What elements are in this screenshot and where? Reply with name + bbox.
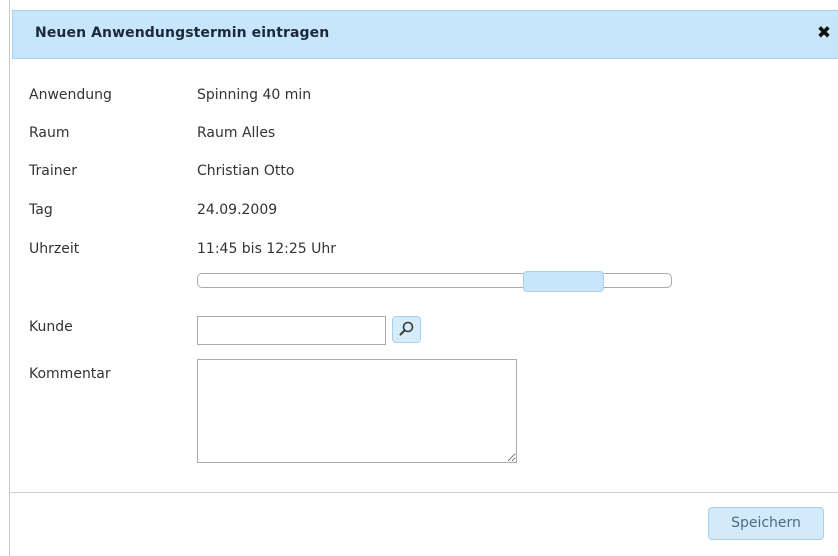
save-button[interactable]: Speichern xyxy=(708,507,824,540)
anwendung-value: Spinning 40 min xyxy=(197,87,312,103)
tag-value: 24.09.2009 xyxy=(197,202,278,218)
search-icon xyxy=(399,321,414,336)
tag-label: Tag xyxy=(29,202,53,218)
anwendung-label: Anwendung xyxy=(29,87,112,103)
raum-label: Raum xyxy=(29,125,70,141)
uhrzeit-value: 11:45 bis 12:25 Uhr xyxy=(197,241,336,257)
kunde-label: Kunde xyxy=(29,319,73,335)
time-range-slider[interactable] xyxy=(197,271,672,292)
raum-value: Raum Alles xyxy=(197,125,276,141)
trainer-value: Christian Otto xyxy=(197,163,295,179)
search-customer-button[interactable] xyxy=(392,316,421,343)
time-range-handle[interactable] xyxy=(523,271,604,292)
kommentar-label: Kommentar xyxy=(29,366,111,382)
footer-divider xyxy=(10,492,838,493)
kommentar-textarea[interactable] xyxy=(197,359,517,463)
dialog-titlebar: Neuen Anwendungstermin eintragen ✖ xyxy=(12,10,838,59)
trainer-label: Trainer xyxy=(29,163,77,179)
close-icon[interactable]: ✖ xyxy=(815,24,833,42)
kunde-input[interactable] xyxy=(197,316,386,345)
appointment-dialog: Neuen Anwendungstermin eintragen ✖ Anwen… xyxy=(9,0,838,556)
uhrzeit-label: Uhrzeit xyxy=(29,241,80,257)
dialog-title: Neuen Anwendungstermin eintragen xyxy=(35,25,330,41)
